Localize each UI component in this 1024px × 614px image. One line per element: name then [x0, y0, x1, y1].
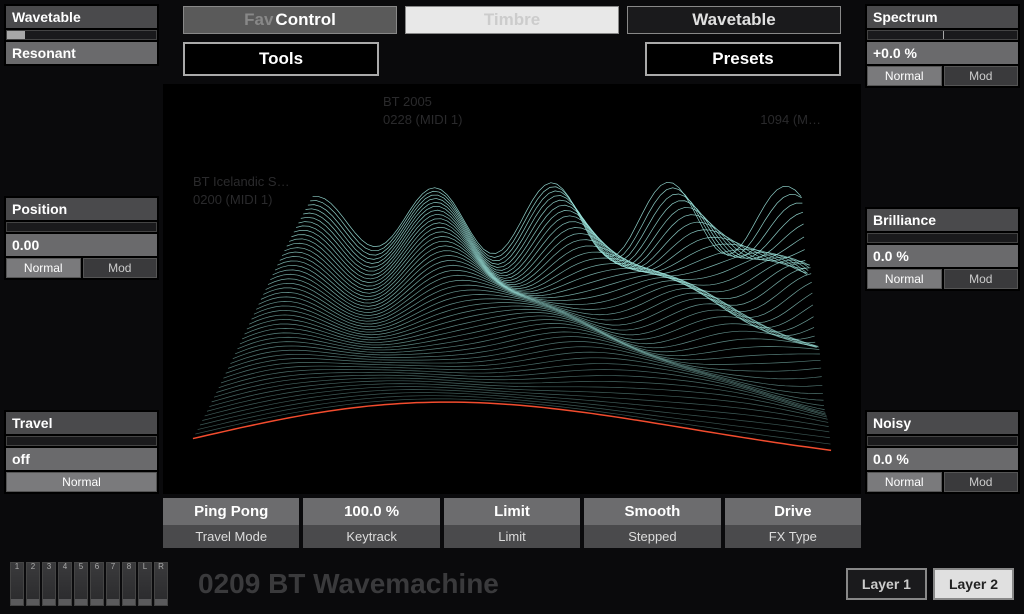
param-value: Resonant: [6, 42, 157, 64]
bottom-param-value: Ping Pong: [163, 498, 299, 525]
mode-mod-button[interactable]: Mod: [83, 258, 158, 278]
mode-normal-button[interactable]: Normal: [867, 269, 942, 289]
ghost-text: BT Icelandic S…: [193, 174, 290, 189]
param-value: +0.0 %: [867, 42, 1018, 64]
mode-mod-button[interactable]: Mod: [944, 472, 1019, 492]
wavetable-surface-icon: [163, 84, 861, 494]
bottom-param-label: FX Type: [725, 525, 861, 548]
layer-2-button[interactable]: Layer 2: [933, 568, 1014, 600]
param-slider[interactable]: [6, 436, 157, 446]
ghost-text: 1094 (M…: [760, 112, 821, 127]
left-parameter-panel: Wavetable Resonant Position 0.00 Normal …: [4, 4, 159, 494]
meter-R: R: [154, 562, 168, 606]
bottom-param-4[interactable]: DriveFX Type: [725, 498, 861, 554]
bottom-param-value: 100.0 %: [303, 498, 439, 525]
bottom-param-value: Drive: [725, 498, 861, 525]
meter-3: 3: [42, 562, 56, 606]
top-tab-bar: FavControl Timbre Wavetable: [163, 4, 861, 36]
ghost-text: 0200 (MIDI 1): [193, 192, 272, 207]
param-label: Noisy: [867, 412, 1018, 434]
bottom-param-value: Smooth: [584, 498, 720, 525]
footer-bar: 12345678LR 0209 BT Wavemachine Layer 1 L…: [0, 558, 1024, 610]
meter-L: L: [138, 562, 152, 606]
param-label: Position: [6, 198, 157, 220]
param-slider[interactable]: [867, 436, 1018, 446]
param-slider[interactable]: [867, 233, 1018, 243]
param-label: Travel: [6, 412, 157, 434]
meter-6: 6: [90, 562, 104, 606]
bottom-param-label: Limit: [444, 525, 580, 548]
param-value: 0.0 %: [867, 245, 1018, 267]
bottom-parameter-row: Ping PongTravel Mode100.0 %KeytrackLimit…: [163, 498, 861, 554]
ghost-text: BT 2005: [383, 94, 432, 109]
mode-mod-button[interactable]: Mod: [944, 66, 1019, 86]
layer-1-button[interactable]: Layer 1: [846, 568, 927, 600]
param-label: Spectrum: [867, 6, 1018, 28]
tab-control[interactable]: FavControl: [183, 6, 397, 34]
bottom-param-2[interactable]: LimitLimit: [444, 498, 580, 554]
bottom-param-3[interactable]: SmoothStepped: [584, 498, 720, 554]
param-wavetable: Wavetable Resonant: [4, 4, 159, 66]
mode-normal-button[interactable]: Normal: [6, 472, 157, 492]
tools-button[interactable]: Tools: [183, 42, 379, 76]
meter-5: 5: [74, 562, 88, 606]
meter-1: 1: [10, 562, 24, 606]
param-value: 0.00: [6, 234, 157, 256]
mode-normal-button[interactable]: Normal: [6, 258, 81, 278]
right-parameter-panel: Spectrum +0.0 % Normal Mod Brilliance 0.…: [865, 4, 1020, 494]
bottom-param-label: Keytrack: [303, 525, 439, 548]
bottom-param-label: Stepped: [584, 525, 720, 548]
wavetable-3d-display[interactable]: BT 2005 0228 (MIDI 1) BT Icelandic S… 02…: [163, 84, 861, 494]
param-label: Brilliance: [867, 209, 1018, 231]
meter-8: 8: [122, 562, 136, 606]
meter-2: 2: [26, 562, 40, 606]
param-value: off: [6, 448, 157, 470]
param-position: Position 0.00 Normal Mod: [4, 196, 159, 280]
preset-name: 0209 BT Wavemachine: [178, 568, 836, 600]
mode-normal-button[interactable]: Normal: [867, 472, 942, 492]
meter-7: 7: [106, 562, 120, 606]
bottom-param-label: Travel Mode: [163, 525, 299, 548]
param-slider[interactable]: [6, 30, 157, 40]
bottom-param-value: Limit: [444, 498, 580, 525]
tab-timbre[interactable]: Timbre: [405, 6, 619, 34]
tab-wavetable[interactable]: Wavetable: [627, 6, 841, 34]
param-travel: Travel off Normal: [4, 410, 159, 494]
presets-button[interactable]: Presets: [645, 42, 841, 76]
param-slider[interactable]: [6, 222, 157, 232]
meter-4: 4: [58, 562, 72, 606]
level-meters: 12345678LR: [10, 562, 168, 606]
bottom-param-0[interactable]: Ping PongTravel Mode: [163, 498, 299, 554]
param-value: 0.0 %: [867, 448, 1018, 470]
param-label: Wavetable: [6, 6, 157, 28]
mode-mod-button[interactable]: Mod: [944, 269, 1019, 289]
param-slider[interactable]: [867, 30, 1018, 40]
ghost-text: 0228 (MIDI 1): [383, 112, 462, 127]
param-noisy: Noisy 0.0 % Normal Mod: [865, 410, 1020, 494]
bottom-param-1[interactable]: 100.0 %Keytrack: [303, 498, 439, 554]
mode-normal-button[interactable]: Normal: [867, 66, 942, 86]
param-brilliance: Brilliance 0.0 % Normal Mod: [865, 207, 1020, 291]
param-spectrum: Spectrum +0.0 % Normal Mod: [865, 4, 1020, 88]
